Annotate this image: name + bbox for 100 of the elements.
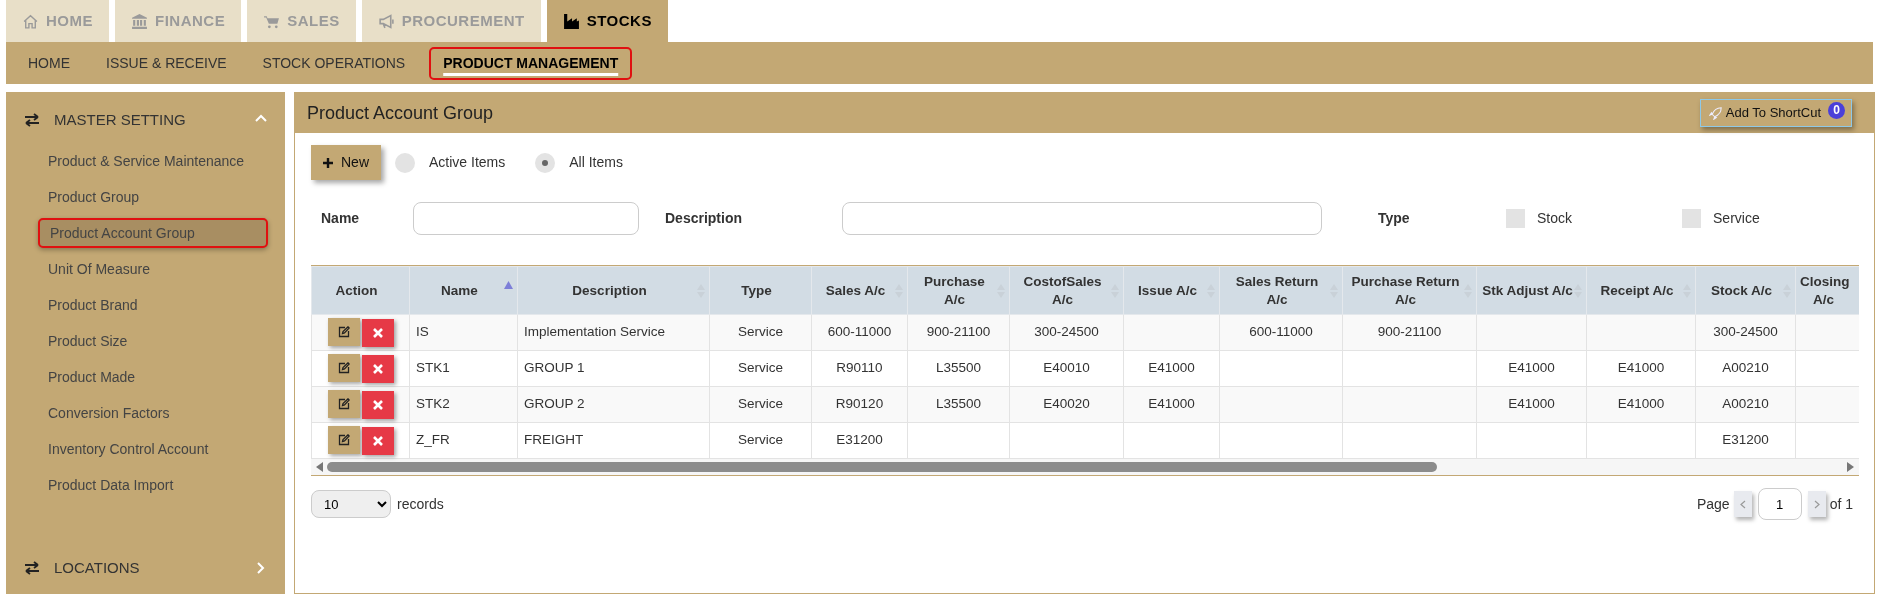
chevron-left-icon [1739,499,1746,509]
bank-icon [131,12,148,30]
checkbox[interactable] [1506,209,1525,228]
checkbox-label: Stock [1537,209,1572,228]
sidebar-item[interactable]: Product Group [38,182,268,212]
table-cell: A00210 [1722,396,1769,412]
column-header[interactable]: Receipt A/c [1586,266,1696,315]
table-cell: A00210 [1722,360,1769,376]
table-cell: E41000 [1617,360,1665,376]
sidebar-section-header[interactable]: LOCATIONS [6,548,285,588]
table-cell: L35500 [935,360,982,376]
column-header[interactable]: Purchase Return A/c [1342,266,1477,315]
panel-title: Product Account Group [307,101,494,125]
scroll-right-icon [1847,462,1855,472]
table-cell: 900-21100 [1377,324,1442,340]
records-label: records [397,494,444,514]
description-input-field[interactable] [842,202,1322,235]
page-size-select[interactable]: 10 [311,490,391,518]
column-header[interactable]: Closing A/c [1795,266,1859,315]
table-cell: E41000 [1508,396,1555,412]
edit-button[interactable] [327,390,360,418]
scrollbar-thumb[interactable] [327,462,1437,472]
close-icon [372,436,383,446]
table-cell: Implementation Service [524,324,666,340]
column-header[interactable]: CostofSales A/c [1009,266,1124,315]
name-label: Name [321,209,361,228]
delete-button[interactable] [361,319,394,347]
edit-button[interactable] [327,426,360,454]
checkbox-label: Service [1713,209,1760,228]
column-header[interactable]: Sales A/c [811,266,908,315]
delete-button[interactable] [361,355,394,383]
edit-icon [337,326,350,338]
column-header[interactable]: Name [409,266,518,315]
table-cell: GROUP 2 [524,396,585,412]
column-header[interactable]: Action [311,266,410,315]
table-cell: E31200 [836,432,883,448]
page-count-label: of 1 [1829,494,1853,514]
radio-button[interactable] [395,152,415,173]
column-header[interactable]: Type [709,266,812,315]
delete-button[interactable] [361,391,394,419]
new-button[interactable]: New [311,145,381,180]
column-header[interactable]: Issue A/c [1123,266,1220,315]
delete-button[interactable] [361,427,394,455]
swap-arrows-icon [24,561,40,575]
table-cell: 600-11000 [827,324,892,340]
sidebar-item[interactable]: Product Brand [38,290,268,320]
scroll-left-icon [315,462,323,472]
edit-button[interactable] [327,354,360,382]
sub-nav-tab[interactable]: ISSUE & RECEIVE [94,48,239,78]
plus-icon [323,158,333,169]
page-number-field[interactable]: 1 [1757,488,1802,520]
table-cell: GROUP 1 [524,360,585,376]
table-cell: 600-11000 [1249,324,1313,340]
column-header[interactable]: Stk Adjust A/c [1476,266,1587,315]
sidebar-item[interactable]: Inventory Control Account [38,434,268,464]
column-header[interactable]: Description [517,266,710,315]
table-cell: FREIGHT [524,432,584,448]
page-label: Page [1696,494,1730,514]
sidebar-section-header[interactable]: MASTER SETTING [6,100,285,140]
radio-button[interactable] [535,152,556,173]
name-input-field[interactable] [413,202,639,235]
megaphone-icon [377,12,395,30]
edit-icon [337,434,350,446]
radio-label: All Items [569,153,623,172]
close-icon [372,400,383,410]
table-cell: Service [738,324,783,340]
rocket-icon [1708,107,1722,121]
table-cell: R90120 [835,396,884,412]
sidebar-item[interactable]: Product & Service Maintenance [38,146,268,176]
description-label: Description [665,209,743,228]
table-cell: 300-24500 [1034,324,1099,340]
sidebar-item[interactable]: Conversion Factors [38,398,268,428]
table-cell: Service [738,432,783,448]
table-cell: E41000 [1148,360,1195,376]
sidebar-item[interactable]: Unit Of Measure [38,254,268,284]
checkbox[interactable] [1682,209,1701,228]
close-icon [372,328,383,338]
module-tab[interactable]: STOCKS [546,0,668,42]
table-cell: E41000 [1148,396,1195,412]
type-label: Type [1378,209,1411,228]
column-header[interactable]: Purchase A/c [907,266,1010,315]
sub-nav-tab[interactable]: STOCK OPERATIONS [250,48,418,78]
table-cell: E41000 [1617,396,1665,412]
add-to-shortcut-button[interactable]: Add To ShortCut 0 [1699,99,1852,127]
sidebar-item[interactable]: Product Data Import [38,470,268,500]
edit-icon [337,398,350,410]
radio-label: Active Items [429,153,506,172]
horizontal-scrollbar[interactable] [311,459,1859,475]
table-cell: IS [416,324,429,340]
sidebar-item[interactable]: Product Made [38,362,268,392]
sort-ascending-icon [504,281,513,289]
sidebar-item[interactable]: Product Size [38,326,268,356]
swap-arrows-icon [24,113,40,127]
table-cell: L35500 [935,396,982,412]
edit-button[interactable] [327,318,360,346]
column-header[interactable]: Stock A/c [1695,266,1796,315]
sub-nav-tab[interactable]: PRODUCT MANAGEMENT [429,46,633,80]
sub-nav-tab[interactable]: HOME [16,48,82,78]
column-header[interactable]: Sales Return A/c [1219,266,1343,315]
count-badge: 0 [1828,102,1845,120]
